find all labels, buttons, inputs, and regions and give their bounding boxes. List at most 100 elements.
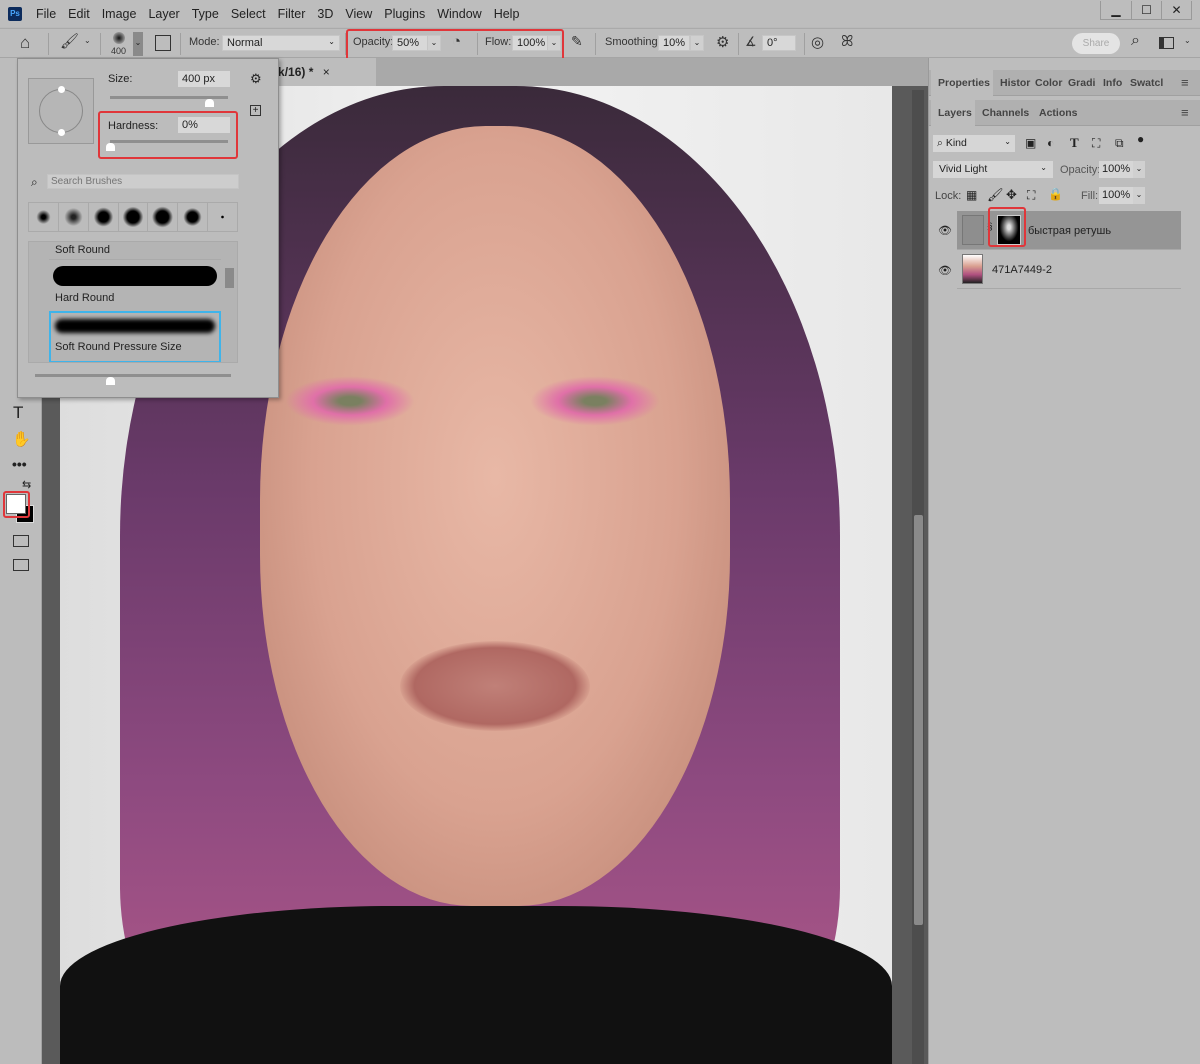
lock-all-icon[interactable]: 🔒 xyxy=(1048,187,1063,201)
preview-size-slider-handle[interactable] xyxy=(106,377,115,385)
lock-paint-brush-icon[interactable]: 🖌 xyxy=(987,187,1004,203)
tab-swatches[interactable]: Swatcl xyxy=(1130,77,1163,89)
pixel-layer-filter-icon[interactable]: ▣ xyxy=(1025,136,1036,150)
preview-size-slider[interactable] xyxy=(35,374,231,377)
menu-3d[interactable]: 3D xyxy=(317,7,333,21)
pressure-size-icon[interactable]: ◎ xyxy=(811,33,824,51)
menu-type[interactable]: Type xyxy=(192,7,219,21)
brush-picker-toggle[interactable]: ⌄ xyxy=(133,32,143,56)
shape-layer-filter-icon[interactable]: ⛶ xyxy=(1092,136,1100,151)
preset-soft-round-pressure-size[interactable]: Soft Round Pressure Size xyxy=(49,311,221,362)
brush-thumb[interactable] xyxy=(148,203,179,231)
tab-color[interactable]: Color xyxy=(1035,77,1062,89)
tab-history[interactable]: Histor xyxy=(1000,77,1030,89)
mode-select[interactable]: Normal ⌄ xyxy=(222,35,340,51)
preset-list-scrollbar[interactable] xyxy=(225,268,234,288)
brush-settings-icon[interactable] xyxy=(155,35,171,51)
smart-object-filter-icon[interactable]: ⧉ xyxy=(1115,136,1124,151)
lock-position-move-icon[interactable]: ✥ xyxy=(1006,187,1017,203)
layer-opacity-input[interactable]: 100% xyxy=(1099,161,1133,178)
home-icon[interactable]: ⌂ xyxy=(20,33,30,53)
search-icon: ⌕ xyxy=(31,175,38,189)
tab-gradients[interactable]: Gradi xyxy=(1068,77,1095,89)
blend-mode-select[interactable]: Vivid Light ⌄ xyxy=(933,161,1053,178)
search-brushes-input[interactable] xyxy=(47,174,239,189)
visibility-eye-icon[interactable]: 👁 xyxy=(938,224,952,237)
lock-artboard-icon[interactable]: ⛶ xyxy=(1027,188,1035,203)
smoothing-input[interactable]: 10% xyxy=(658,35,690,51)
maximize-button[interactable]: ☐ xyxy=(1131,1,1161,19)
tab-layers[interactable]: Layers xyxy=(938,107,972,119)
rotate-view-hand-icon[interactable]: ✋ xyxy=(12,430,31,448)
brush-thumb[interactable] xyxy=(58,203,89,231)
brush-thumb[interactable] xyxy=(178,203,209,231)
gear-icon[interactable]: ⚙ xyxy=(250,71,262,87)
filter-kind-value: Kind xyxy=(945,137,967,149)
menu-select[interactable]: Select xyxy=(231,7,266,21)
new-preset-icon[interactable]: + xyxy=(250,105,261,116)
brush-thumb[interactable] xyxy=(208,203,238,231)
tab-properties[interactable]: Properties xyxy=(938,77,990,89)
screen-mode-icon[interactable] xyxy=(13,559,29,571)
brush-thumb[interactable] xyxy=(88,203,119,231)
recent-brushes-row xyxy=(28,202,238,232)
lock-label: Lock: xyxy=(935,190,962,202)
menu-image[interactable]: Image xyxy=(102,7,137,21)
layer-row[interactable] xyxy=(957,250,1181,289)
panel-menu-icon[interactable]: ≡ xyxy=(1181,105,1189,120)
menu-view[interactable]: View xyxy=(345,7,372,21)
fill-input[interactable]: 100% xyxy=(1099,187,1133,204)
menu-window[interactable]: Window xyxy=(437,7,481,21)
highlight-box xyxy=(988,207,1026,247)
menu-layer[interactable]: Layer xyxy=(148,7,179,21)
brush-preview-icon[interactable] xyxy=(113,32,125,44)
menu-filter[interactable]: Filter xyxy=(278,7,306,21)
gear-icon[interactable]: ⚙ xyxy=(716,33,729,51)
layer-name[interactable]: быстрая ретушь xyxy=(1028,225,1111,237)
quick-mask-icon[interactable] xyxy=(13,535,29,547)
type-layer-filter-icon[interactable]: T xyxy=(1070,135,1079,151)
tab-info[interactable]: Info xyxy=(1103,77,1122,89)
search-icon[interactable]: ⌕ xyxy=(1131,32,1140,50)
swap-colors-icon[interactable]: ⇆ xyxy=(22,478,31,491)
panel-menu-icon[interactable]: ≡ xyxy=(1181,75,1189,90)
smoothing-dropdown[interactable]: ⌄ xyxy=(690,35,704,51)
adjustment-layer-filter-icon[interactable]: ◐ xyxy=(1047,136,1054,150)
scrollbar-thumb[interactable] xyxy=(914,515,923,925)
airbrush-icon[interactable]: ✎ xyxy=(571,33,583,50)
menu-help[interactable]: Help xyxy=(494,7,520,21)
workspace-icon[interactable] xyxy=(1159,37,1174,49)
angle-input[interactable]: 0° xyxy=(762,35,796,51)
layer-name[interactable]: 471A7449-2 xyxy=(992,264,1052,276)
layer-filter-kind-select[interactable]: ⌕ Kind ⌄ xyxy=(933,135,1015,152)
brush-angle-roundness-widget[interactable] xyxy=(28,78,94,144)
preset-hard-round[interactable]: Hard Round xyxy=(49,261,221,311)
fill-dropdown[interactable]: ⌄ xyxy=(1133,187,1145,204)
menu-bar: Ps File Edit Image Layer Type Select Fil… xyxy=(0,0,1200,27)
visibility-eye-icon[interactable]: 👁 xyxy=(938,264,952,277)
size-input[interactable]: 400 px xyxy=(178,71,230,87)
close-button[interactable]: ✕ xyxy=(1161,1,1191,19)
layer-opacity-label: Opacity: xyxy=(1060,164,1101,176)
type-tool-icon[interactable]: T xyxy=(13,403,23,423)
size-slider-handle[interactable] xyxy=(205,99,214,107)
menu-file[interactable]: File xyxy=(36,7,56,21)
brush-thumb[interactable] xyxy=(29,203,59,231)
symmetry-butterfly-icon[interactable]: ꕤ xyxy=(841,33,853,50)
brush-tool-icon[interactable]: 🖌 xyxy=(60,32,79,50)
more-tools-icon[interactable]: ••• xyxy=(12,456,27,472)
layer-opacity-dropdown[interactable]: ⌄ xyxy=(1133,161,1145,178)
share-button[interactable]: Share xyxy=(1072,33,1120,54)
close-tab-icon[interactable]: × xyxy=(323,65,330,79)
menu-plugins[interactable]: Plugins xyxy=(384,7,425,21)
chevron-down-icon[interactable]: ⌄ xyxy=(1184,36,1191,45)
filter-toggle-icon[interactable]: ● xyxy=(1137,132,1144,146)
tab-actions[interactable]: Actions xyxy=(1039,107,1078,119)
menu-edit[interactable]: Edit xyxy=(68,7,90,21)
lock-transparent-icon[interactable]: ▦ xyxy=(966,188,977,202)
brush-thumb[interactable] xyxy=(118,203,149,231)
chevron-down-icon[interactable]: ⌄ xyxy=(84,36,91,45)
tab-channels[interactable]: Channels xyxy=(982,107,1029,119)
minimize-button[interactable]: ▁ xyxy=(1101,1,1131,19)
preset-soft-round[interactable]: Soft Round xyxy=(49,242,221,260)
